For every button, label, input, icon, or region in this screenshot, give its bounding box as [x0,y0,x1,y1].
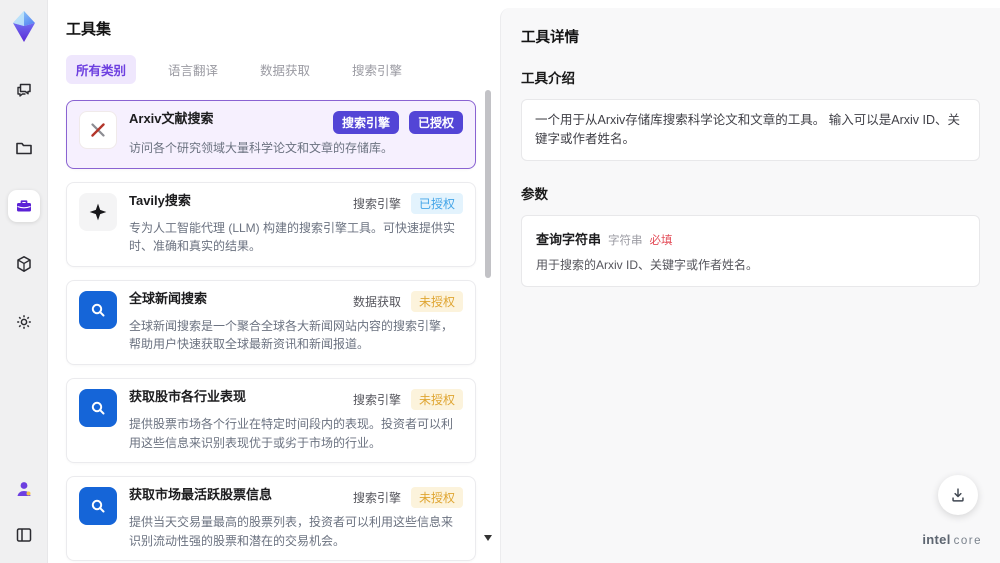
gear-icon[interactable] [8,306,40,338]
category-badge: 搜索引擎 [332,111,399,134]
status-badge: 已授权 [410,192,463,214]
chat-icon[interactable] [8,74,40,106]
intel-logo-text: intel [922,532,951,547]
tool-description: 提供当天交易量最高的股票列表，投资者可以利用这些信息来识别流动性强的股票和潜在的… [129,515,454,548]
intel-core-logo: intel core [922,532,982,547]
tool-name: Tavily搜索 [129,192,191,208]
search-app-icon [79,487,117,526]
sidebar [0,0,48,563]
category-label: 搜索引擎 [352,491,401,506]
search-app-icon [79,388,117,427]
tab-data-fetch[interactable]: 数据获取 [250,55,320,84]
search-app-icon [79,290,117,329]
sidebar-bottom [8,473,40,551]
status-badge: 未授权 [410,388,463,410]
core-logo-text: core [953,535,982,547]
arxiv-logo-icon [79,111,117,149]
app-logo-icon[interactable] [9,10,39,44]
category-tabs: 所有类别 语言翻译 数据获取 搜索引擎 [66,55,500,84]
detail-title: 工具详情 [521,30,579,46]
sidebar-nav [7,74,40,338]
parameter-type: 字符串 [608,234,643,247]
status-badge: 已授权 [408,111,463,134]
scrollbar-thumb[interactable] [485,90,491,278]
folder-icon[interactable] [8,132,40,164]
intro-heading: 工具介绍 [521,71,575,86]
category-label: 数据获取 [352,294,401,309]
tool-card-tavily[interactable]: Tavily搜索 搜索引擎 已授权 专为人工智能代理 (LLM) 构建的搜索引擎… [66,181,476,267]
avatar[interactable] [8,473,40,505]
parameter-description: 用于搜索的Arxiv ID、关键字或作者姓名。 [536,257,759,272]
scrollbar-track[interactable] [485,72,491,532]
category-label: 搜索引擎 [352,196,401,211]
params-heading: 参数 [521,186,548,202]
required-label: 必填 [649,234,673,247]
tab-all-categories[interactable]: 所有类别 [66,55,137,84]
download-button[interactable] [938,475,978,515]
tool-description: 访问各个研究领域大量科学论文和文章的存储库。 [129,141,394,155]
tool-card-arxiv[interactable]: Arxiv文献搜索 搜索引擎 已授权 访问各个研究领域大量科学论文和文章的存储库… [66,100,476,169]
sparkle-icon [79,192,117,231]
chevron-down-icon[interactable] [484,535,492,541]
category-label: 搜索引擎 [352,392,401,407]
tool-description: 全球新闻搜索是一个聚合全球各大新闻网站内容的搜索引擎，帮助用户快速获取全球最新资… [129,318,454,352]
tool-name: 获取市场最活跃股票信息 [129,487,273,503]
tool-card-list: Arxiv文献搜索 搜索引擎 已授权 访问各个研究领域大量科学论文和文章的存储库… [66,100,500,563]
tool-description: 提供股票市场各个行业在特定时间段内的表现。投资者可以利用这些信息来识别表现优于或… [129,416,454,450]
tool-card-stock-sectors[interactable]: 获取股市各行业表现 搜索引擎 未授权 提供股票市场各个行业在特定时间段内的表现。… [66,377,476,464]
parameter-name: 查询字符串 [536,231,602,247]
tool-name: 全球新闻搜索 [129,290,208,306]
tool-list-pane: 工具集 所有类别 语言翻译 数据获取 搜索引擎 Arxiv文献搜索 搜索引擎 已… [48,0,500,563]
page-title: 工具集 [66,21,112,38]
tool-card-active-stocks[interactable]: 获取市场最活跃股票信息 搜索引擎 未授权 提供当天交易量最高的股票列表，投资者可… [66,476,476,562]
tool-description: 专为人工智能代理 (LLM) 构建的搜索引擎工具。可快速提供实时、准确和真实的结… [129,220,456,254]
tab-search-engine[interactable]: 搜索引擎 [342,55,412,84]
intro-text: 一个用于从Arxiv存储库搜索科学论文和文章的工具。 输入可以是Arxiv ID… [521,99,980,161]
status-badge: 未授权 [410,290,463,312]
tool-detail-pane: 工具详情 工具介绍 一个用于从Arxiv存储库搜索科学论文和文章的工具。 输入可… [500,8,1000,563]
sidebar-item-tools[interactable] [7,190,40,222]
cube-icon[interactable] [8,248,40,280]
tool-card-global-news[interactable]: 全球新闻搜索 数据获取 未授权 全球新闻搜索是一个聚合全球各大新闻网站内容的搜索… [66,279,476,365]
tool-name: Arxiv文献搜索 [129,111,214,126]
app-window: 工具集 所有类别 语言翻译 数据获取 搜索引擎 Arxiv文献搜索 搜索引擎 已… [0,0,1000,563]
tool-name: 获取股市各行业表现 [129,388,247,404]
collapse-panel-icon[interactable] [8,519,40,551]
tab-language-translation[interactable]: 语言翻译 [158,55,228,84]
status-badge: 未授权 [410,487,463,509]
parameter-card: 查询字符串 字符串 必填 用于搜索的Arxiv ID、关键字或作者姓名。 [521,214,980,287]
